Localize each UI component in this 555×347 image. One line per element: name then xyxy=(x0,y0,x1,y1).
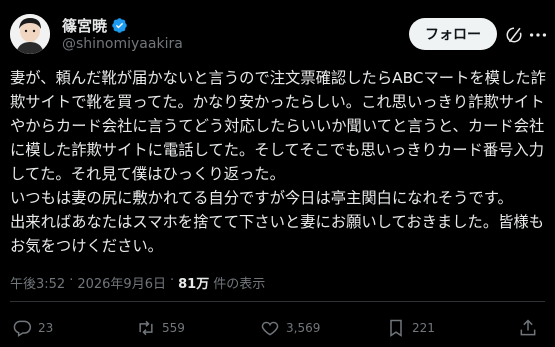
view-count[interactable]: 81万 xyxy=(178,273,209,292)
heart-icon xyxy=(261,321,279,336)
repost-count: 559 xyxy=(162,321,185,335)
bookmark-count: 221 xyxy=(412,321,435,335)
post-header: 篠宮暁 @shinomiyaakira フォロー xyxy=(10,10,547,58)
share-button[interactable] xyxy=(518,318,538,338)
post-text: 妻が、頼んだ靴が届かないと言うので注文票確認したらABCマートを模した詐欺サイト… xyxy=(10,69,546,255)
divider xyxy=(10,301,545,302)
user-names: 篠宮暁 @shinomiyaakira xyxy=(62,15,183,53)
more-options-icon[interactable] xyxy=(527,24,549,46)
bookmark-icon xyxy=(390,319,402,337)
view-count-label: 件の表示 xyxy=(213,277,266,292)
follow-button[interactable]: フォロー xyxy=(409,18,497,50)
post: 篠宮暁 @shinomiyaakira フォロー 妻が、頼んだ靴が届かないと言う… xyxy=(0,0,555,347)
grok-icon[interactable] xyxy=(505,26,523,44)
action-bar: 23 559 3,569 221 xyxy=(12,318,541,340)
meta-separator: · xyxy=(169,273,175,288)
reply-button[interactable]: 23 xyxy=(12,318,53,338)
post-meta: 午後3:52 · 2026年9月6日 · 81万 件の表示 xyxy=(10,273,265,292)
verified-badge-icon xyxy=(112,17,127,33)
display-name[interactable]: 篠宮暁 xyxy=(62,15,107,36)
post-time[interactable]: 午後3:52 xyxy=(10,273,65,292)
like-count: 3,569 xyxy=(286,321,321,335)
reply-icon xyxy=(13,320,32,337)
bookmark-button[interactable]: 221 xyxy=(386,318,435,338)
like-button[interactable]: 3,569 xyxy=(260,318,320,338)
repost-button[interactable]: 559 xyxy=(136,318,185,338)
avatar[interactable] xyxy=(10,14,50,54)
share-icon xyxy=(520,319,536,336)
meta-separator: · xyxy=(69,273,74,288)
reply-count: 23 xyxy=(38,321,54,335)
repost-icon xyxy=(139,320,153,336)
avatar-image xyxy=(10,14,50,54)
post-date[interactable]: 2026年9月6日 xyxy=(77,273,166,292)
user-handle[interactable]: @shinomiyaakira xyxy=(62,36,183,52)
